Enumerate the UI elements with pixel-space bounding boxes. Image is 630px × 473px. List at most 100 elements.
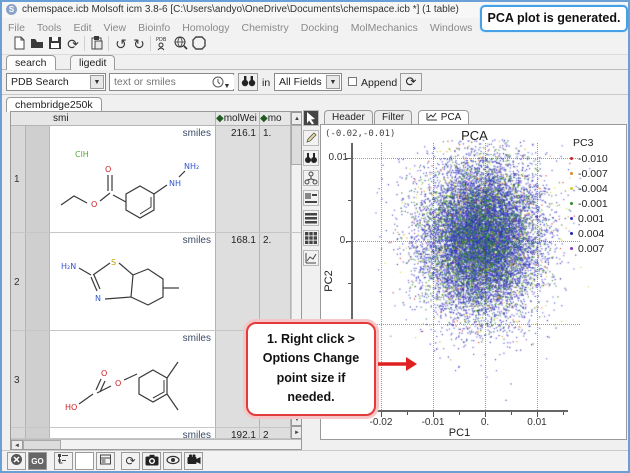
row-select-cell[interactable]	[26, 331, 50, 427]
column-type-icon: ◆	[216, 113, 224, 124]
legend-entry: 0.004	[578, 228, 604, 240]
save-icon[interactable]	[46, 35, 64, 53]
edit-pencil-icon[interactable]	[303, 130, 319, 146]
svg-text:O: O	[105, 165, 111, 174]
y-minor-tick	[348, 200, 351, 201]
blank-page-button[interactable]	[75, 452, 94, 470]
molwei-cell[interactable]: 168.1	[216, 233, 260, 330]
history-clock-icon	[212, 76, 224, 88]
svg-text:H₂N: H₂N	[61, 262, 76, 271]
column-type-icon: ◆	[260, 113, 268, 124]
legend-dot-icon	[570, 217, 573, 220]
tab-pca[interactable]: PCA	[418, 110, 469, 124]
column-header-smi[interactable]: smi	[11, 112, 216, 126]
mo-cell[interactable]: 2.	[260, 233, 291, 330]
search-binoculars-icon[interactable]	[303, 150, 319, 166]
new-document-icon[interactable]	[10, 35, 28, 53]
tab-filter[interactable]: Filter	[374, 110, 412, 124]
window-layout-icon[interactable]	[96, 452, 115, 470]
y-tick-label: 0.01	[321, 152, 348, 163]
web-search-icon[interactable]	[172, 35, 190, 53]
tab-ligedit[interactable]: ligedit	[70, 55, 115, 70]
x-minor-tick	[563, 412, 564, 415]
smiles-type-label: smiles	[183, 235, 211, 246]
hscroll-thumb[interactable]	[23, 440, 61, 450]
field-value: All Fields	[279, 76, 322, 88]
stop-icon[interactable]	[190, 35, 208, 53]
reload-icon[interactable]: ⟳	[64, 35, 82, 53]
column-header-mo[interactable]: ◆mo	[260, 112, 291, 126]
pointer-tool-icon[interactable]	[303, 110, 319, 126]
smi-cell[interactable]: smiles H₂N S N	[50, 233, 216, 330]
svg-text:ClH: ClH	[75, 150, 89, 159]
tab-search[interactable]: search	[6, 55, 56, 70]
chart-view-icon[interactable]	[303, 250, 319, 266]
svg-text:NH: NH	[169, 179, 181, 188]
column-header-molwei[interactable]: ◆molWei	[216, 112, 260, 126]
tab-chembridge250k[interactable]: chembridge250k	[6, 97, 102, 112]
binoculars-icon	[241, 74, 256, 88]
svg-text:NH₂: NH₂	[184, 162, 199, 171]
screenshot-camera-icon[interactable]	[142, 452, 161, 470]
append-label: Append	[361, 77, 397, 89]
legend-entry: 0.001	[578, 213, 604, 225]
search-binoculars-button[interactable]	[238, 73, 258, 91]
pdb-fetch-icon[interactable]: PDB	[154, 35, 172, 53]
table-row[interactable]: smiles 192.1 2	[11, 428, 302, 439]
row-select-cell[interactable]	[26, 428, 50, 438]
scroll-up-button[interactable]: ▲	[291, 112, 302, 125]
redo-icon[interactable]: ↻	[130, 35, 148, 53]
reload-icon[interactable]: ⟳	[121, 452, 140, 470]
hscroll-track[interactable]: ◄	[11, 439, 302, 450]
y-axis-label: PC2	[323, 261, 335, 301]
smiles-type-label: smiles	[183, 128, 211, 139]
smi-cell[interactable]: smiles	[50, 428, 216, 438]
eye-icon[interactable]	[163, 452, 182, 470]
legend-entry: 0.007	[578, 243, 604, 255]
list-view-icon[interactable]	[303, 210, 319, 226]
go-button[interactable]: GO	[28, 452, 47, 470]
field-select[interactable]: All Fields ▼	[274, 73, 342, 91]
hierarchy-icon[interactable]	[303, 170, 319, 186]
svg-text:O: O	[115, 379, 121, 388]
legend-dot-icon	[570, 187, 573, 190]
legend-dot-icon	[570, 247, 573, 250]
row-select-cell[interactable]	[26, 126, 50, 232]
chevron-down-icon[interactable]: ▼	[326, 75, 340, 89]
append-checkbox[interactable]	[348, 77, 357, 86]
history-dropdown[interactable]: ▼	[208, 75, 234, 89]
legend-entry: -0.001	[578, 198, 608, 210]
svg-text:HO: HO	[65, 403, 77, 412]
row-select-cell[interactable]	[26, 233, 50, 330]
paste-icon[interactable]	[88, 35, 106, 53]
table-image-icon[interactable]	[303, 190, 319, 206]
movie-camera-icon[interactable]	[184, 452, 203, 470]
row-number: 3	[11, 331, 26, 427]
table-row[interactable]: 2 smiles H₂N S N 168.1	[11, 233, 302, 331]
tree-view-icon[interactable]	[54, 452, 73, 470]
open-folder-icon[interactable]	[28, 35, 46, 53]
table-row[interactable]: 1 smiles ClH O O NH	[11, 126, 302, 233]
tab-header[interactable]: Header	[324, 110, 373, 124]
callout-point-size: 1. Right click > Options Change point si…	[246, 322, 376, 416]
mo-cell[interactable]: 2	[260, 428, 291, 438]
molecule-structure: ClH O O NH NH₂	[53, 139, 213, 231]
undo-icon[interactable]: ↺	[112, 35, 130, 53]
in-label: in	[262, 77, 270, 89]
refresh-search-button[interactable]: ⟳	[400, 73, 422, 91]
chevron-down-icon[interactable]: ▼	[90, 75, 104, 89]
svg-text:PDB: PDB	[156, 37, 167, 43]
smi-cell[interactable]: smiles O HO O	[50, 331, 216, 427]
close-icon[interactable]	[7, 452, 26, 470]
smi-cell[interactable]: smiles ClH O O NH NH₂	[50, 126, 216, 232]
grid-view-icon[interactable]	[303, 230, 319, 246]
workspace-tab-row: search ligedit	[2, 55, 628, 70]
scroll-left-button[interactable]: ◄	[11, 440, 23, 450]
search-mode-select[interactable]: PDB Search ▼	[6, 73, 106, 91]
molwei-cell[interactable]: 192.1	[216, 428, 260, 438]
scroll-right-button[interactable]: ►	[291, 426, 302, 439]
row-number: 2	[11, 233, 26, 330]
search-mode-value: PDB Search	[11, 76, 69, 88]
molwei-cell[interactable]: 216.1	[216, 126, 260, 232]
mo-cell[interactable]: 1.	[260, 126, 291, 232]
